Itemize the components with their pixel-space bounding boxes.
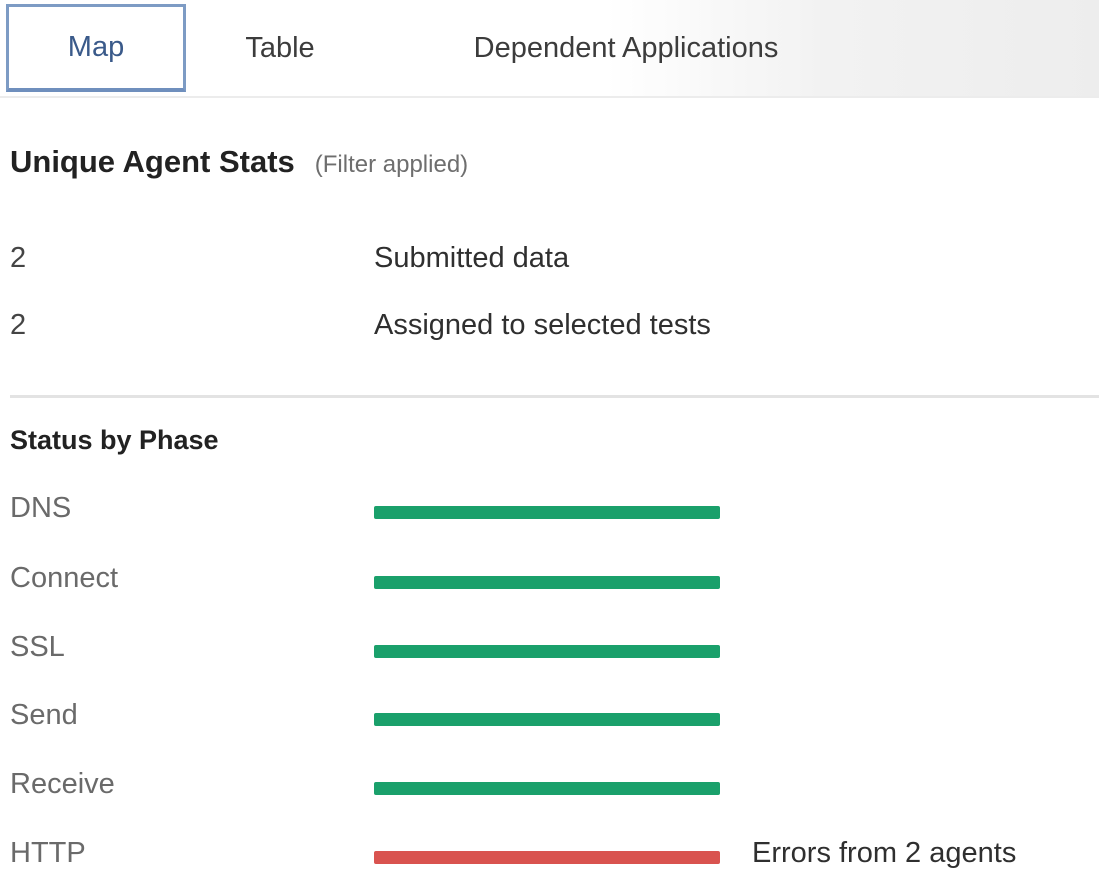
stat-label: Assigned to selected tests <box>374 309 711 341</box>
phase-status-bar[interactable] <box>374 713 720 726</box>
phase-row-connect: Connect <box>10 562 1099 602</box>
tab-map[interactable]: Map <box>6 4 186 92</box>
stat-value: 2 <box>10 309 27 341</box>
status-by-phase-title: Status by Phase <box>10 425 219 455</box>
phase-status-bar[interactable] <box>374 782 720 795</box>
phase-row-http: HTTP Errors from 2 agents <box>10 837 1099 877</box>
tab-bar: Map Table Dependent Applications <box>0 0 1099 98</box>
stat-value: 2 <box>10 242 27 274</box>
phase-name: Send <box>10 699 78 731</box>
tab-table[interactable]: Table <box>218 4 342 92</box>
phase-name: DNS <box>10 492 72 524</box>
phase-status-bar[interactable] <box>374 851 720 864</box>
phase-status-bar[interactable] <box>374 506 720 519</box>
phase-name: Connect <box>10 562 119 594</box>
phase-row-dns: DNS <box>10 492 1099 532</box>
tab-bar-divider <box>0 96 1099 98</box>
phase-name: Receive <box>10 768 115 800</box>
phase-name: HTTP <box>10 837 86 869</box>
stat-row-submitted: 2 Submitted data <box>10 242 1090 282</box>
unique-agent-stats-heading: Unique Agent Stats (Filter applied) <box>10 144 468 180</box>
section-title: Unique Agent Stats <box>10 144 295 179</box>
filter-applied-note: (Filter applied) <box>314 151 469 178</box>
tab-dependent-applications[interactable]: Dependent Applications <box>412 4 840 92</box>
phase-status-bar[interactable] <box>374 645 720 658</box>
phase-row-receive: Receive <box>10 768 1099 808</box>
phase-note: Errors from 2 agents <box>752 837 1017 869</box>
page: Map Table Dependent Applications Unique … <box>0 0 1099 877</box>
stat-label: Submitted data <box>374 242 570 274</box>
phase-status-bar[interactable] <box>374 576 720 589</box>
section-divider <box>10 395 1099 398</box>
stat-row-assigned: 2 Assigned to selected tests <box>10 309 1090 349</box>
phase-row-send: Send <box>10 699 1099 739</box>
phase-row-ssl: SSL <box>10 631 1099 671</box>
phase-name: SSL <box>10 631 65 663</box>
